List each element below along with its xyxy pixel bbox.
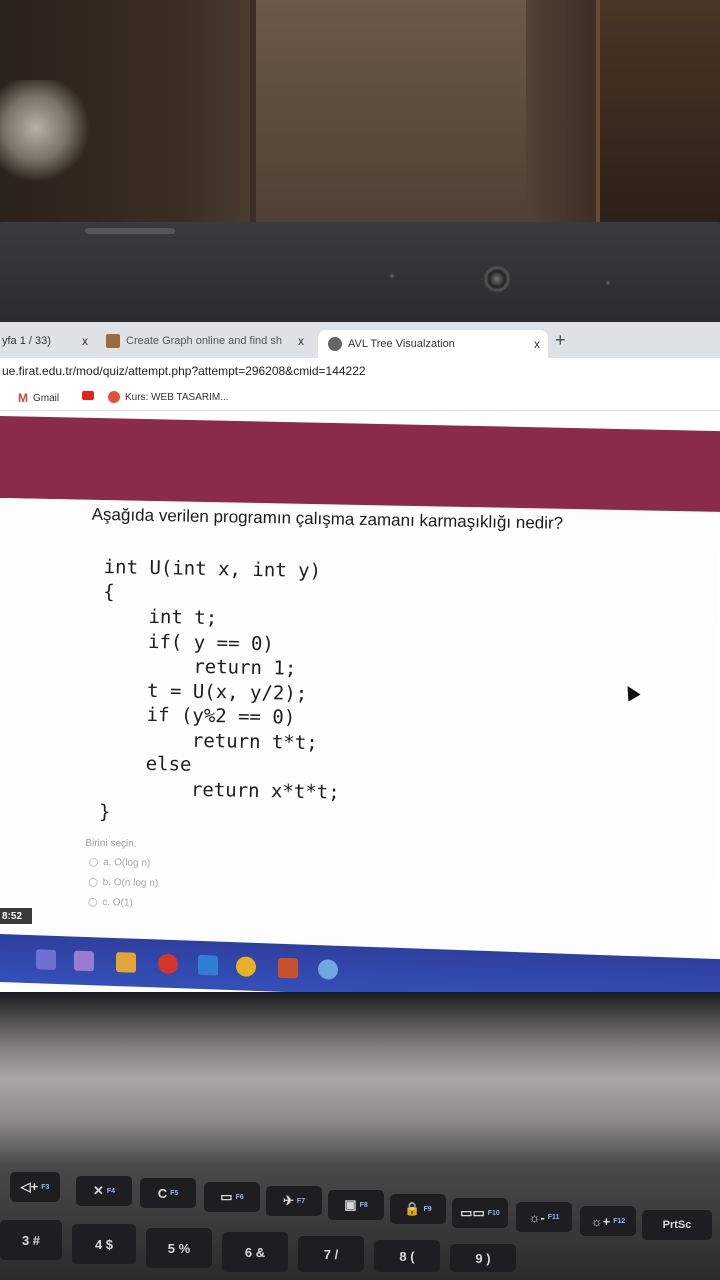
close-icon[interactable]: x	[290, 334, 312, 348]
bookmarks-bar: M Gmail Kurs: WEB TASARIM...	[0, 386, 720, 411]
option-c[interactable]: c. O(1)	[88, 897, 133, 909]
option-a[interactable]: a. O(log n)	[88, 857, 151, 869]
bezel-slot	[85, 228, 175, 234]
vscode-icon[interactable]	[198, 954, 218, 976]
key-9[interactable]: 9 )	[450, 1244, 516, 1272]
app-icon[interactable]	[74, 950, 94, 972]
new-tab-button[interactable]: +	[555, 330, 566, 351]
choose-label: Birini seçin:	[85, 837, 137, 850]
radio-button[interactable]	[88, 857, 99, 867]
url-text[interactable]: ue.firat.edu.tr/mod/quiz/attempt.php?att…	[2, 364, 366, 378]
tab-quiz[interactable]: yfa 1 / 33) x	[0, 324, 96, 358]
key-prtsc[interactable]: PrtSc	[642, 1210, 712, 1240]
option-label: c. O(1)	[102, 897, 133, 909]
tab-label: AVL Tree Visualzation	[348, 338, 455, 350]
webcam-icon	[484, 266, 510, 292]
bookmark-label: Kurs: WEB TASARIM...	[125, 391, 229, 403]
code-block: int U(int x, int y) { int t; if( y == 0)…	[98, 556, 340, 824]
bookmark-youtube[interactable]	[82, 391, 106, 400]
keyboard-deck: ◁+ F3 ✕ F4 C F5 ▭ F6 ✈ F7 ▣ F8 🔒 F9 ▭▭ F10 ☼- F11…	[0, 992, 720, 1280]
opera-icon[interactable]	[158, 953, 178, 975]
gmail-icon: M	[18, 391, 28, 405]
key-f9[interactable]: 🔒 F9	[390, 1194, 446, 1224]
tab-label: yfa 1 / 33)	[2, 335, 51, 347]
door	[250, 0, 526, 230]
close-icon[interactable]: x	[74, 334, 96, 348]
tab-avl-tree[interactable]: AVL Tree Visualzation x	[318, 330, 548, 358]
address-bar[interactable]: ue.firat.edu.tr/mod/quiz/attempt.php?att…	[0, 358, 720, 386]
key-3[interactable]: 3 #	[0, 1220, 62, 1260]
sensor-dot	[606, 281, 610, 285]
quiz-content: Aşağıda verilen programın çalışma zamanı…	[0, 498, 720, 982]
tab-bar: yfa 1 / 33) x Create Graph online and fi…	[0, 322, 720, 358]
option-label: a. O(log n)	[102, 857, 151, 869]
site-header	[0, 416, 720, 514]
key-f8[interactable]: ▣ F8	[328, 1190, 384, 1220]
messenger-icon[interactable]	[318, 959, 338, 980]
option-b[interactable]: b. O(n log n)	[88, 877, 159, 890]
key-8[interactable]: 8 (	[374, 1240, 440, 1272]
app-icon[interactable]	[278, 957, 298, 979]
key-f7[interactable]: ✈ F7	[266, 1186, 322, 1216]
room-background	[0, 0, 720, 240]
chrome-icon[interactable]	[236, 956, 256, 977]
key-f4[interactable]: ✕ F4	[76, 1176, 132, 1206]
graph-site-icon	[106, 334, 120, 348]
key-f3[interactable]: ◁+ F3	[10, 1172, 60, 1202]
globe-icon	[328, 337, 342, 351]
tab-create-graph[interactable]: Create Graph online and find sh x	[106, 324, 312, 358]
key-f6[interactable]: ▭ F6	[204, 1182, 260, 1212]
option-label: b. O(n log n)	[102, 877, 159, 890]
bookmark-gmail[interactable]: M Gmail	[18, 391, 59, 405]
sensor-dot	[390, 274, 394, 278]
radio-button[interactable]	[88, 877, 98, 887]
bookmark-label: Gmail	[33, 392, 60, 404]
shelf	[596, 0, 720, 240]
kurs-icon	[108, 391, 120, 403]
tab-label: Create Graph online and find sh	[126, 335, 282, 347]
radio-button[interactable]	[88, 897, 98, 907]
key-f12[interactable]: ☼+ F12	[580, 1206, 636, 1236]
close-icon[interactable]: x	[526, 337, 548, 351]
laptop-screen: yfa 1 / 33) x Create Graph online and fi…	[0, 322, 720, 992]
folder-icon[interactable]	[116, 952, 136, 973]
key-5[interactable]: 5 %	[146, 1228, 212, 1268]
flowers	[0, 80, 90, 200]
key-4[interactable]: 4 $	[72, 1224, 136, 1264]
key-6[interactable]: 6 &	[222, 1232, 288, 1272]
key-f5[interactable]: C F5	[140, 1178, 196, 1208]
key-f10[interactable]: ▭▭ F10	[452, 1198, 508, 1228]
app-icon[interactable]	[36, 949, 56, 970]
key-f11[interactable]: ☼- F11	[516, 1202, 572, 1232]
laptop-bezel	[0, 222, 720, 332]
quiz-timer: 8:52	[0, 908, 32, 924]
bookmark-kurs[interactable]: Kurs: WEB TASARIM...	[108, 391, 229, 403]
key-7[interactable]: 7 /	[298, 1236, 364, 1272]
question-text: Aşağıda verilen programın çalışma zamanı…	[91, 504, 564, 533]
youtube-icon	[82, 391, 94, 400]
